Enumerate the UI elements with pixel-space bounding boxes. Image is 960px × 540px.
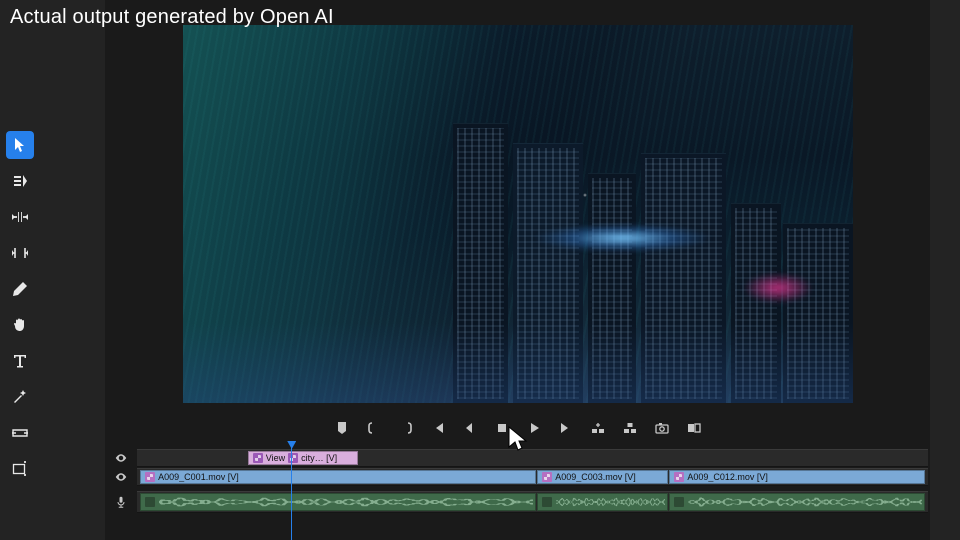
track-v2-lane[interactable]: View city… [V] (137, 449, 928, 467)
hand-icon (12, 317, 28, 333)
timeline-clip[interactable]: A009_C012.mov [V] (669, 470, 924, 484)
transport-controls (105, 413, 930, 443)
export-frame-button[interactable] (653, 419, 671, 437)
stop-icon (495, 421, 509, 435)
fx-badge-icon (674, 472, 684, 482)
waveform (688, 497, 921, 507)
camera-icon (655, 421, 669, 435)
add-edit-tool[interactable] (6, 455, 34, 483)
waveform (159, 497, 533, 507)
program-monitor[interactable] (183, 25, 853, 403)
extract-button[interactable] (621, 419, 639, 437)
timeline-audio-clip[interactable] (537, 493, 668, 511)
timeline-clip[interactable]: View city… [V] (248, 451, 359, 465)
pen-icon (12, 281, 28, 297)
mark-out-icon (399, 421, 413, 435)
mark-in-button[interactable] (365, 419, 383, 437)
slip-icon (12, 425, 28, 441)
step-back-button[interactable] (461, 419, 479, 437)
comparison-view-button[interactable] (685, 419, 703, 437)
fx-badge-icon (253, 453, 263, 463)
stop-button[interactable] (493, 419, 511, 437)
track-select-icon (12, 173, 28, 189)
cursor-arrow-icon (12, 137, 28, 153)
fx-badge-icon (288, 453, 298, 463)
rolling-icon (12, 245, 28, 261)
program-monitor-wrap (105, 0, 930, 413)
timeline-clip[interactable]: A009_C001.mov [V] (140, 470, 536, 484)
type-icon (12, 353, 28, 369)
pen-tool[interactable] (6, 275, 34, 303)
timeline-audio-clip[interactable] (140, 493, 536, 511)
eye-icon (115, 452, 127, 464)
play-icon (527, 421, 541, 435)
track-v1: A009_C001.mov [V] A009_C003.mov [V] A009_C… (105, 468, 930, 486)
clip-label: A009_C012.mov [V] (687, 472, 768, 482)
clip-label: View (266, 453, 285, 463)
go-to-out-icon (559, 421, 573, 435)
tool-strip (0, 125, 40, 489)
step-back-icon (463, 421, 477, 435)
track-v1-toggle[interactable] (105, 471, 137, 483)
track-v2-toggle[interactable] (105, 452, 137, 464)
track-v2: View city… [V] (105, 449, 930, 467)
hand-tool[interactable] (6, 311, 34, 339)
lift-button[interactable] (589, 419, 607, 437)
add-marker-button[interactable] (333, 419, 351, 437)
go-to-out-button[interactable] (557, 419, 575, 437)
go-to-in-icon (431, 421, 445, 435)
fx-badge-icon (542, 497, 552, 507)
play-button[interactable] (525, 419, 543, 437)
clip-label: city… [V] (301, 453, 337, 463)
track-a1-lane[interactable] (137, 491, 928, 513)
waveform (556, 497, 665, 507)
rolling-edit-tool[interactable] (6, 239, 34, 267)
add-rect-icon (12, 461, 28, 477)
remix-tool[interactable] (6, 383, 34, 411)
track-a1 (105, 491, 930, 513)
comparison-icon (687, 421, 701, 435)
wand-icon (12, 389, 28, 405)
mark-out-button[interactable] (397, 419, 415, 437)
timeline-clip[interactable]: A009_C003.mov [V] (537, 470, 668, 484)
timeline-audio-clip[interactable] (669, 493, 924, 511)
track-v1-lane[interactable]: A009_C001.mov [V] A009_C003.mov [V] A009_C… (137, 468, 928, 486)
ripple-icon (12, 209, 28, 225)
annotation-overlay: Actual output generated by Open AI (10, 6, 334, 29)
fx-badge-icon (145, 472, 155, 482)
clip-label: A009_C003.mov [V] (555, 472, 636, 482)
timeline-panel[interactable]: View city… [V] A009_C001.mov [V] A009_C003… (105, 443, 930, 540)
track-select-forward-tool[interactable] (6, 167, 34, 195)
mark-in-icon (367, 421, 381, 435)
go-to-in-button[interactable] (429, 419, 447, 437)
eye-icon (115, 471, 127, 483)
marker-icon (335, 421, 349, 435)
program-panel: View city… [V] A009_C001.mov [V] A009_C003… (105, 0, 930, 540)
extract-icon (623, 421, 637, 435)
ripple-edit-tool[interactable] (6, 203, 34, 231)
fx-badge-icon (674, 497, 684, 507)
type-tool[interactable] (6, 347, 34, 375)
slip-tool[interactable] (6, 419, 34, 447)
lift-icon (591, 421, 605, 435)
fx-badge-icon (542, 472, 552, 482)
track-a1-toggle[interactable] (105, 496, 137, 508)
clip-label: A009_C001.mov [V] (158, 472, 239, 482)
mic-icon (115, 496, 127, 508)
fx-badge-icon (145, 497, 155, 507)
selection-tool[interactable] (6, 131, 34, 159)
